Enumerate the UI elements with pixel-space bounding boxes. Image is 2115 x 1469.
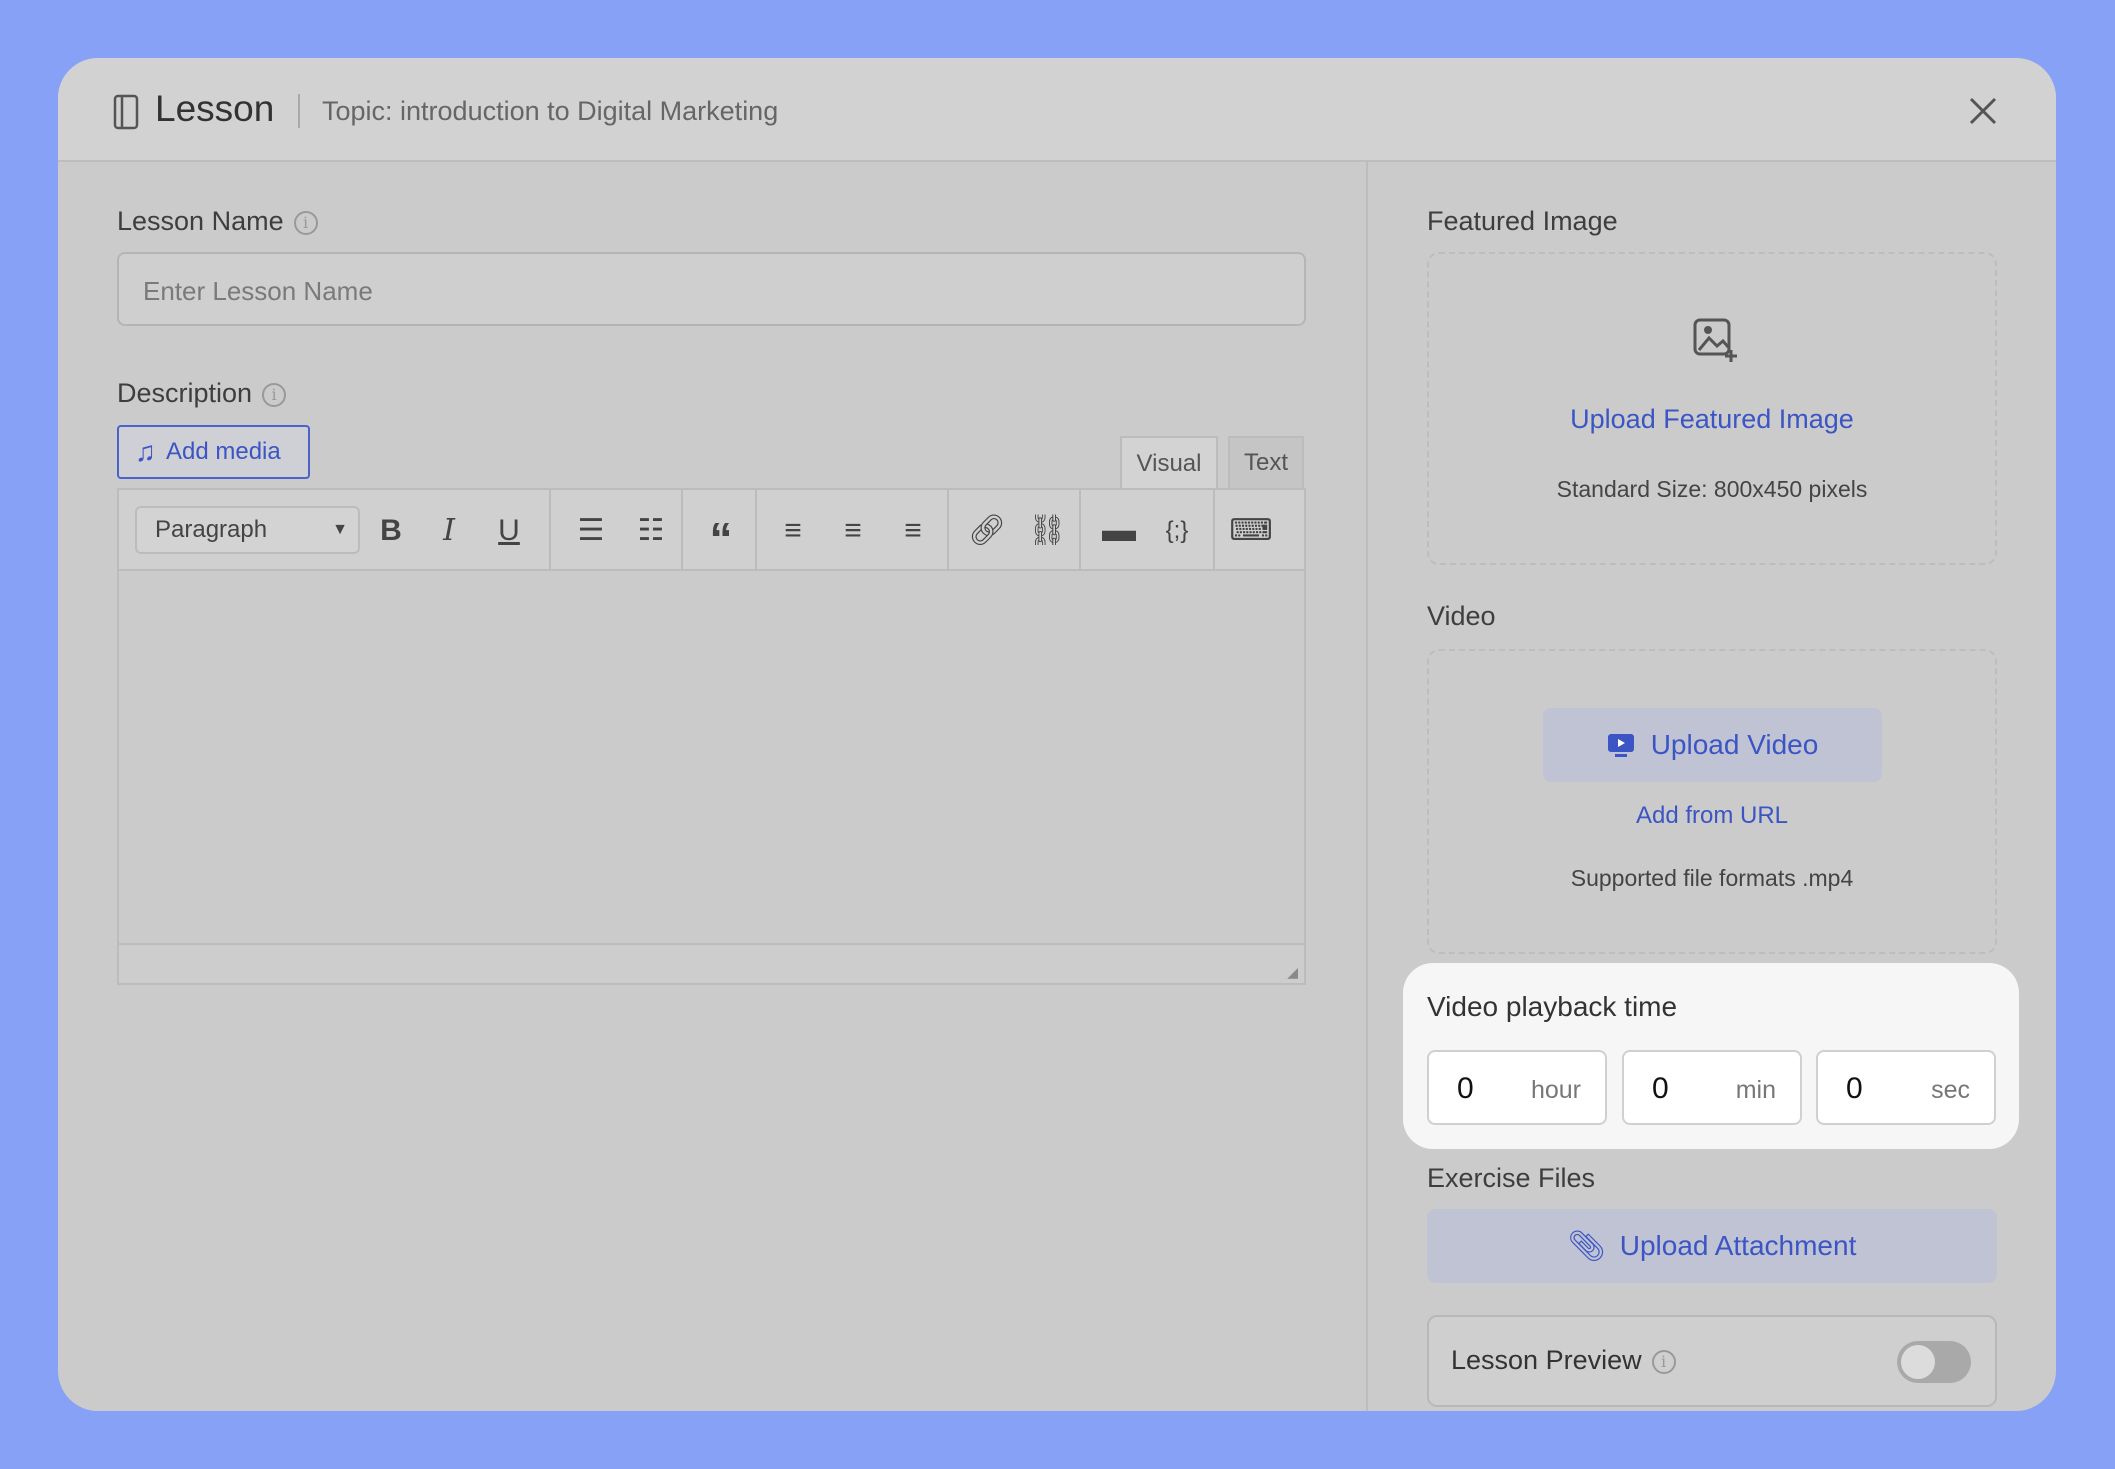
add-from-url-link[interactable]: Add from URL xyxy=(1429,802,1995,830)
divider xyxy=(1213,490,1215,571)
upload-attachment-button[interactable]: 📎︎ Upload Attachment xyxy=(1427,1209,1997,1283)
chevron-down-icon: ▼ xyxy=(332,521,348,538)
description-label: Description i xyxy=(117,378,287,409)
modal-header: Lesson Topic: introduction to Digital Ma… xyxy=(58,58,2056,162)
column-divider xyxy=(1366,162,1368,1411)
video-format-hint: Supported file formats .mp4 xyxy=(1570,865,1854,891)
tab-text[interactable]: Text xyxy=(1228,436,1304,488)
editor-content[interactable] xyxy=(119,573,1304,945)
min-input[interactable]: 0 min xyxy=(1622,1050,1802,1125)
lesson-name-input[interactable]: Enter Lesson Name xyxy=(117,252,1306,326)
info-icon: i xyxy=(262,382,287,407)
description-text: Description xyxy=(117,378,253,408)
upload-video-button[interactable]: Upload Video xyxy=(1543,708,1882,782)
video-label: Video xyxy=(1427,601,1496,631)
divider xyxy=(298,94,300,128)
bullet-list-icon[interactable]: ☰ xyxy=(569,490,613,571)
notebook-icon xyxy=(113,94,139,130)
info-icon: i xyxy=(293,210,318,235)
divider xyxy=(1079,490,1081,571)
lesson-name-placeholder: Enter Lesson Name xyxy=(143,276,373,306)
divider xyxy=(681,490,683,571)
code-icon[interactable]: {;} xyxy=(1155,490,1199,571)
editor-statusbar: ◢ xyxy=(119,943,1304,983)
add-media-button[interactable]: ♫ Add media xyxy=(117,425,310,479)
divider xyxy=(755,490,757,571)
video-dropzone: Upload Video Add from URL Supported file… xyxy=(1427,649,1997,954)
featured-image-hint: Standard Size: 800x450 pixels xyxy=(1556,476,1868,502)
underline-button[interactable]: U xyxy=(489,490,529,571)
paperclip-icon: 📎︎ xyxy=(1567,1229,1606,1263)
unlink-icon[interactable]: ⛓︎ xyxy=(1025,490,1069,571)
upload-video-label: Upload Video xyxy=(1650,729,1819,760)
read-more-icon[interactable]: ▬ xyxy=(1097,490,1141,571)
format-select-value: Paragraph xyxy=(155,516,268,543)
video-icon xyxy=(1607,734,1634,757)
hour-unit: hour xyxy=(1530,1076,1581,1104)
link-icon[interactable]: 🔗︎ xyxy=(965,490,1009,571)
divider xyxy=(947,490,949,571)
featured-image-label: Featured Image xyxy=(1427,206,1618,236)
upload-featured-image-link[interactable]: Upload Featured Image xyxy=(1429,404,1995,435)
editor: Paragraph ▼ B I U ☰ ☷ “ ≡ ≡ ≡ 🔗︎ ⛓︎ ▬ {;}… xyxy=(117,488,1306,985)
lesson-preview-row: Lesson Preview i xyxy=(1427,1315,1997,1407)
lesson-name-text: Lesson Name xyxy=(117,206,284,236)
bold-button[interactable]: B xyxy=(371,490,411,571)
upload-attachment-label: Upload Attachment xyxy=(1619,1230,1857,1261)
align-left-icon[interactable]: ≡ xyxy=(771,490,815,571)
info-icon: i xyxy=(1651,1349,1676,1374)
sec-unit: sec xyxy=(1931,1076,1970,1104)
playback-time-card: Video playback time 0 hour 0 min 0 sec xyxy=(1403,963,2019,1149)
media-icon: ♫ xyxy=(135,436,156,467)
min-value: 0 xyxy=(1652,1072,1669,1105)
hour-input[interactable]: 0 hour xyxy=(1427,1050,1607,1125)
min-unit: min xyxy=(1735,1076,1776,1104)
toggle-knob xyxy=(1901,1345,1935,1379)
image-add-icon xyxy=(1693,318,1737,362)
italic-button[interactable]: I xyxy=(429,490,469,571)
blockquote-button[interactable]: “ xyxy=(699,490,743,571)
format-select[interactable]: Paragraph ▼ xyxy=(135,506,360,554)
editor-toolbar: Paragraph ▼ B I U ☰ ☷ “ ≡ ≡ ≡ 🔗︎ ⛓︎ ▬ {;}… xyxy=(119,490,1304,571)
resize-handle-icon[interactable]: ◢ xyxy=(1287,964,1298,981)
playback-time-label: Video playback time xyxy=(1427,991,1678,1022)
numbered-list-icon[interactable]: ☷ xyxy=(629,490,673,571)
align-right-icon[interactable]: ≡ xyxy=(891,490,935,571)
lesson-preview-toggle[interactable] xyxy=(1897,1341,1971,1383)
sec-value: 0 xyxy=(1846,1072,1863,1105)
featured-image-dropzone[interactable]: Upload Featured Image Standard Size: 800… xyxy=(1427,252,1997,565)
divider xyxy=(549,490,551,571)
keyboard-icon[interactable]: ⌨︎ xyxy=(1229,490,1273,571)
add-media-label: Add media xyxy=(166,438,281,465)
tab-visual[interactable]: Visual xyxy=(1120,436,1218,490)
lesson-preview-label: Lesson Preview i xyxy=(1451,1345,1676,1376)
topic-label: Topic: introduction to Digital Marketing xyxy=(322,96,779,126)
align-center-icon[interactable]: ≡ xyxy=(831,490,875,571)
lesson-preview-text: Lesson Preview xyxy=(1451,1345,1642,1375)
exercise-files-label: Exercise Files xyxy=(1427,1163,1596,1193)
hour-value: 0 xyxy=(1457,1072,1474,1105)
lesson-modal: Lesson Topic: introduction to Digital Ma… xyxy=(58,58,2056,1411)
close-icon[interactable] xyxy=(1968,96,1998,126)
sec-input[interactable]: 0 sec xyxy=(1816,1050,1996,1125)
lesson-name-label: Lesson Name i xyxy=(117,206,318,237)
modal-title: Lesson xyxy=(155,88,275,129)
